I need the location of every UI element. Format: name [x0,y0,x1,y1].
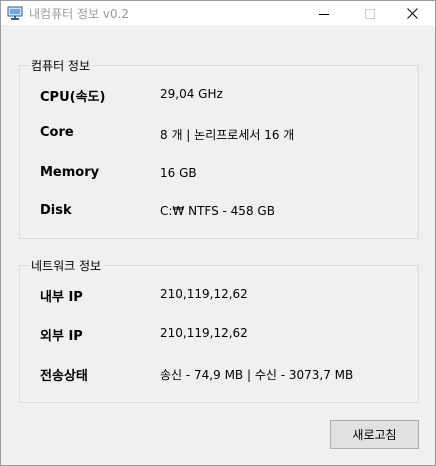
core-label: Core [40,125,74,140]
core-value: 8 개 | 논리프로세서 16 개 [160,128,295,142]
maximize-button[interactable] [347,1,393,25]
network-info-group: 네트워크 정보 내부 IP 210,119,12,62 외부 IP 210,11… [19,257,419,403]
internal-ip-label: 내부 IP [40,290,83,305]
cpu-value: 29,04 GHz [160,87,223,101]
disk-row: Disk C:₩ NTFS - 458 GB [40,203,410,221]
memory-label: Memory [40,165,100,180]
close-button[interactable] [389,1,435,25]
memory-value: 16 GB [160,166,197,180]
network-info-legend: 네트워크 정보 [28,257,105,274]
transfer-status-row: 전송상태 송신 - 74,9 MB | 수신 - 3073,7 MB [40,365,410,384]
transfer-status-label: 전송상태 [40,369,88,384]
external-ip-value: 210,119,12,62 [160,326,248,340]
window-title: 내컴퓨터 정보 v0.2 [29,7,130,21]
computer-monitor-icon [7,5,23,21]
title-bar[interactable]: 내컴퓨터 정보 v0.2 [1,1,435,25]
refresh-button[interactable]: 새로고침 [330,420,419,449]
internal-ip-row: 내부 IP 210,119,12,62 [40,286,410,305]
external-ip-label: 외부 IP [40,329,83,344]
computer-info-group: 컴퓨터 정보 CPU(속도) 29,04 GHz Core 8 개 | 논리프로… [19,57,419,239]
close-icon [406,4,418,23]
external-ip-row: 외부 IP 210,119,12,62 [40,325,410,344]
memory-row: Memory 16 GB [40,165,410,183]
transfer-status-value: 송신 - 74,9 MB | 수신 - 3073,7 MB [160,368,354,382]
internal-ip-value: 210,119,12,62 [160,287,248,301]
disk-label: Disk [40,203,72,218]
computer-info-legend: 컴퓨터 정보 [28,57,94,74]
cpu-label: CPU(속도) [40,90,106,105]
minimize-icon [319,4,329,23]
core-row: Core 8 개 | 논리프로세서 16 개 [40,125,410,143]
app-window: 내컴퓨터 정보 v0.2 컴퓨터 정보 CPU(속도) 29,04 GHz Co… [0,0,436,466]
disk-value: C:₩ NTFS - 458 GB [160,204,275,218]
maximize-icon [365,4,375,23]
minimize-button[interactable] [301,1,347,25]
cpu-row: CPU(속도) 29,04 GHz [40,86,410,105]
